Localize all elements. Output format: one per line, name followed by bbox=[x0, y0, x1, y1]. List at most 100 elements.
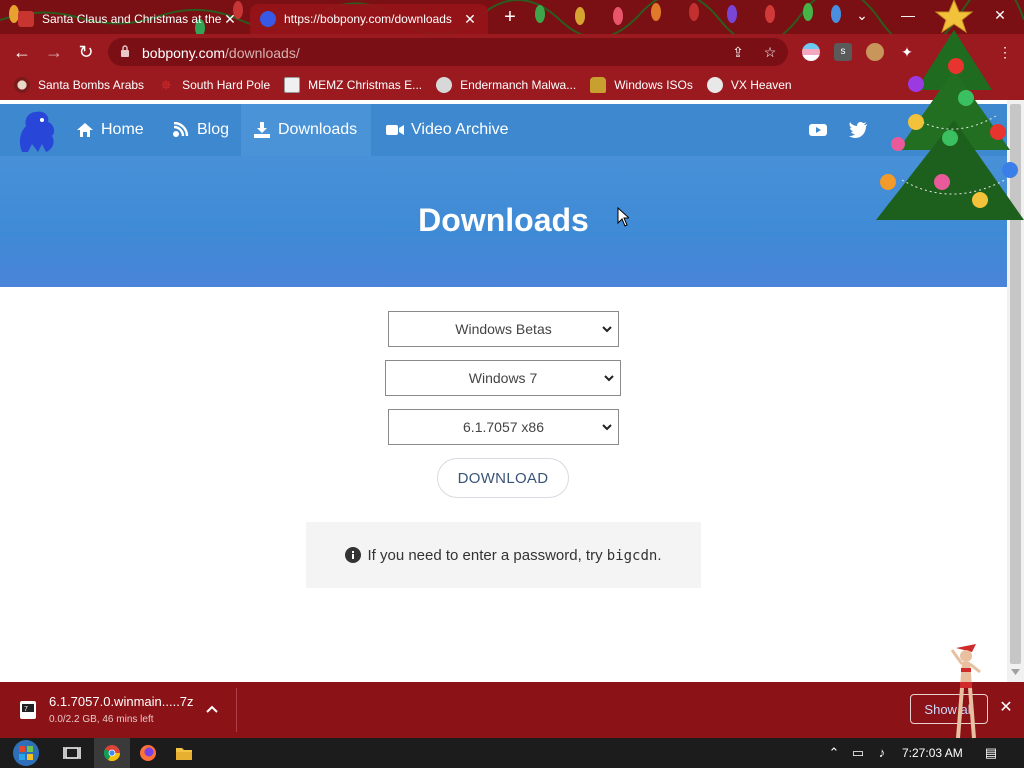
bookmark-santa-bombs-arabs[interactable]: Santa Bombs Arabs bbox=[14, 77, 144, 93]
scroll-down-icon[interactable] bbox=[1011, 668, 1020, 676]
close-tab-icon[interactable]: ✕ bbox=[462, 11, 478, 28]
nav-downloads[interactable]: Downloads bbox=[241, 104, 371, 156]
download-shelf: 7 6.1.7057.0.winmain.....7z 0.0/2.2 GB, … bbox=[0, 682, 1024, 738]
note-text: If you need to enter a password, try big… bbox=[367, 547, 661, 564]
svg-text:7: 7 bbox=[24, 706, 28, 713]
password-code: bigcdn bbox=[606, 547, 658, 564]
page-title: Downloads bbox=[418, 202, 589, 238]
chevron-down-icon bbox=[602, 424, 612, 431]
bookmark-windows-isos[interactable]: Windows ISOs bbox=[590, 77, 693, 93]
youtube-icon[interactable] bbox=[808, 120, 828, 140]
dancing-santa-girl-decoration bbox=[950, 644, 981, 739]
address-url: bobpony.com/downloads/ bbox=[142, 45, 300, 61]
info-icon bbox=[345, 547, 362, 563]
chevron-down-icon bbox=[604, 375, 614, 382]
close-tab-icon[interactable]: ✕ bbox=[222, 11, 238, 28]
firefox-icon bbox=[140, 745, 156, 761]
pentagram-icon: ✵ bbox=[160, 77, 172, 93]
download-file-name[interactable]: 6.1.7057.0.winmain.....7z bbox=[49, 694, 194, 709]
bookmark-label: Endermanch Malwa... bbox=[460, 78, 577, 92]
reload-icon[interactable]: ↻ bbox=[74, 40, 98, 64]
s-extension-icon[interactable]: s bbox=[834, 43, 852, 61]
back-icon[interactable]: ← bbox=[10, 40, 34, 64]
figure-icon bbox=[590, 77, 607, 93]
windows-taskbar: ⌃ ▭ ♪ 7:27:03 AM ▤ bbox=[0, 738, 1024, 768]
bookmark-vx-heaven[interactable]: VX Heaven bbox=[706, 77, 792, 93]
show-hidden-icons-icon[interactable]: ⌃ bbox=[826, 745, 842, 761]
chevron-down-icon bbox=[602, 326, 612, 333]
page-hero: Downloads bbox=[0, 156, 1007, 287]
pride-extension-icon[interactable] bbox=[802, 43, 820, 61]
chevron-up-icon[interactable] bbox=[204, 702, 220, 718]
video-icon bbox=[386, 125, 404, 135]
download-progress-text: 0.0/2.2 GB, 46 mins left bbox=[49, 714, 154, 725]
select-value: Windows Betas bbox=[455, 321, 552, 337]
nav-label: Downloads bbox=[278, 121, 358, 138]
bookmark-memz-christmas[interactable]: MEMZ Christmas E... bbox=[284, 77, 422, 93]
nav-home[interactable]: Home bbox=[64, 104, 156, 156]
blog-icon bbox=[173, 122, 189, 137]
tab-title: Santa Claus and Christmas at the bbox=[42, 12, 222, 26]
bookmark-endermanch-malware[interactable]: Endermanch Malwa... bbox=[436, 77, 576, 93]
skull-icon bbox=[706, 77, 723, 93]
notifications-icon[interactable]: ▤ bbox=[983, 745, 999, 761]
7zip-file-icon: 7 bbox=[20, 701, 36, 719]
url-domain: bobpony.com bbox=[142, 45, 226, 61]
download-icon bbox=[254, 122, 270, 138]
task-view-button[interactable] bbox=[54, 738, 90, 768]
bookmark-label: Santa Bombs Arabs bbox=[38, 78, 145, 92]
folder-icon bbox=[176, 748, 192, 760]
nav-video-archive[interactable]: Video Archive bbox=[374, 104, 521, 156]
tab-santa-claus[interactable]: Santa Claus and Christmas at the ✕ bbox=[8, 4, 248, 34]
tab-title: https://bobpony.com/downloads bbox=[284, 12, 452, 26]
url-path: /downloads/ bbox=[225, 45, 300, 61]
christmas-tree-decoration bbox=[876, 0, 1024, 220]
forward-icon[interactable]: → bbox=[42, 40, 66, 64]
new-tab-button[interactable]: + bbox=[498, 6, 522, 30]
chrome-icon bbox=[103, 745, 121, 762]
address-bar[interactable]: bobpony.com/downloads/ ⇪ ☆ bbox=[108, 38, 788, 66]
mouse-cursor-icon bbox=[617, 207, 629, 227]
note-prefix: If you need to enter a password, try bbox=[367, 546, 607, 564]
nav-blog[interactable]: Blog bbox=[160, 104, 241, 156]
download-button[interactable]: DOWNLOAD bbox=[437, 458, 569, 498]
santa-favicon-icon bbox=[18, 11, 34, 27]
select-value: 6.1.7057 x86 bbox=[463, 419, 544, 435]
shelf-divider bbox=[236, 688, 237, 732]
raccoon-icon bbox=[436, 77, 453, 93]
nav-label: Video Archive bbox=[411, 121, 509, 138]
taskbar-chrome[interactable] bbox=[94, 738, 130, 768]
start-button[interactable] bbox=[6, 738, 46, 768]
lock-icon bbox=[121, 45, 129, 57]
site-navbar: Home Blog Downloads Video Archive bbox=[0, 104, 1007, 156]
bookmark-south-hard-pole[interactable]: ✵ South Hard Pole bbox=[158, 77, 270, 93]
screen: Santa Claus and Christmas at the ✕ https… bbox=[0, 0, 1024, 768]
build-select[interactable]: 6.1.7057 x86 bbox=[388, 409, 619, 445]
bookmark-label: Windows ISOs bbox=[614, 78, 693, 92]
bookmark-star-icon[interactable]: ☆ bbox=[762, 44, 778, 60]
nav-label: Home bbox=[101, 121, 144, 138]
home-icon bbox=[77, 123, 93, 137]
note-suffix: . bbox=[657, 546, 662, 564]
taskbar-clock[interactable]: 7:27:03 AM bbox=[902, 746, 963, 760]
taskbar-firefox[interactable] bbox=[130, 738, 166, 768]
bookmark-label: South Hard Pole bbox=[182, 78, 271, 92]
version-select[interactable]: Windows 7 bbox=[385, 360, 621, 396]
windows-logo-icon bbox=[13, 740, 39, 766]
bobpony-logo-icon[interactable] bbox=[12, 108, 60, 154]
select-value: Windows 7 bbox=[468, 370, 538, 386]
close-shelf-icon[interactable]: ✕ bbox=[998, 700, 1014, 716]
category-select[interactable]: Windows Betas bbox=[388, 311, 619, 347]
volume-icon[interactable]: ♪ bbox=[874, 745, 890, 761]
santa-icon bbox=[14, 77, 30, 93]
bookmark-label: VX Heaven bbox=[730, 78, 792, 92]
window-icon bbox=[284, 77, 301, 93]
bookmark-label: MEMZ Christmas E... bbox=[308, 78, 423, 92]
nav-label: Blog bbox=[197, 121, 230, 138]
share-icon[interactable]: ⇪ bbox=[730, 44, 746, 60]
bobpony-favicon-icon bbox=[260, 11, 276, 27]
network-icon[interactable]: ▭ bbox=[850, 745, 866, 761]
task-view-icon bbox=[63, 747, 81, 759]
taskbar-file-explorer[interactable] bbox=[166, 738, 202, 768]
tab-bobpony-downloads[interactable]: https://bobpony.com/downloads ✕ bbox=[250, 4, 488, 34]
